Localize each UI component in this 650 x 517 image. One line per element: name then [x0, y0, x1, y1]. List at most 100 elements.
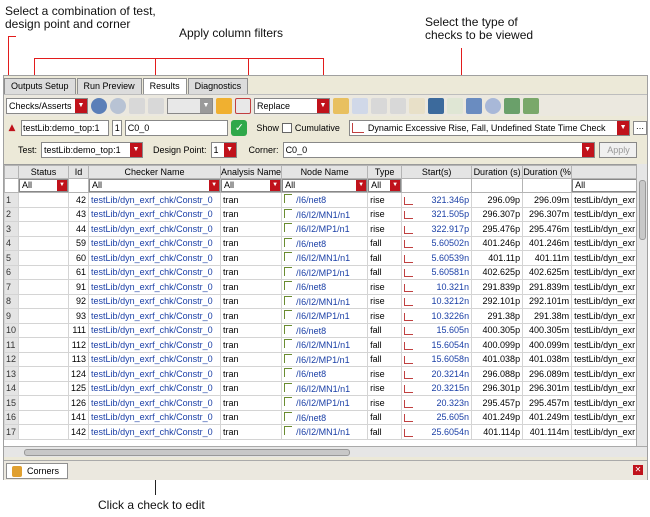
- filter-extra[interactable]: All: [572, 179, 637, 192]
- cell-checker-name[interactable]: testLib/dyn_exrf_chk/Constr_0: [88, 424, 222, 440]
- horizontal-scrollbar[interactable]: [4, 446, 647, 457]
- network-icon[interactable]: [504, 97, 520, 114]
- chart-icon[interactable]: [404, 240, 414, 249]
- cell-checker-name[interactable]: testLib/dyn_exrf_chk/Constr_0: [88, 221, 222, 237]
- vertical-scrollbar[interactable]: [636, 164, 647, 446]
- filter-node-name[interactable]: All ▼: [282, 179, 367, 192]
- table-row[interactable]: 9 93 testLib/dyn_exrf_chk/Constr_0 tran/I6/…: [4, 308, 639, 324]
- check-icon[interactable]: ✓: [231, 120, 248, 136]
- highlight-icon[interactable]: [216, 97, 232, 114]
- chart-icon[interactable]: [404, 327, 414, 336]
- page-icon[interactable]: [447, 97, 463, 114]
- test-select[interactable]: testLib:demo_top:1 ▼: [41, 142, 144, 158]
- forward-icon[interactable]: [110, 97, 126, 114]
- view-select[interactable]: Checks/Asserts ▼: [6, 97, 88, 114]
- delete-icon[interactable]: [371, 97, 387, 114]
- cumulative-checkbox[interactable]: [281, 123, 292, 133]
- more-button[interactable]: …: [633, 121, 648, 135]
- filter-analysis-name[interactable]: All ▼: [221, 179, 281, 192]
- chart-icon[interactable]: [404, 356, 414, 365]
- design-point-field[interactable]: 1: [111, 120, 122, 136]
- tab-diagnostics[interactable]: Diagnostics: [187, 78, 249, 94]
- column-header-type[interactable]: Type: [367, 165, 403, 179]
- check-type-select[interactable]: Dynamic Excessive Rise, Fall, Undefined …: [348, 120, 631, 136]
- settings-icon[interactable]: [485, 97, 501, 114]
- back-icon[interactable]: [91, 97, 107, 114]
- table-row[interactable]: 14 125 testLib/dyn_exrf_chk/Constr_0 tran/I…: [4, 380, 639, 396]
- table-row[interactable]: 2 43 testLib/dyn_exrf_chk/Constr_0 tran/I6/…: [4, 206, 639, 222]
- chart-icon[interactable]: [404, 341, 414, 350]
- column-header-extra[interactable]: [571, 165, 639, 179]
- table-row[interactable]: 5 60 testLib/dyn_exrf_chk/Constr_0 tran/I6/…: [4, 250, 639, 266]
- mode-select[interactable]: Replace ▼: [254, 97, 330, 114]
- filter-checker-name[interactable]: All ▼: [89, 179, 220, 192]
- table-row[interactable]: 12 113 testLib/dyn_exrf_chk/Constr_0 tran/I…: [4, 351, 639, 367]
- cell-checker-name[interactable]: testLib/dyn_exrf_chk/Constr_0: [88, 192, 222, 208]
- tab-results[interactable]: Results: [142, 78, 187, 94]
- chart-icon[interactable]: [404, 312, 414, 321]
- design-point-select[interactable]: 1 ▼: [210, 142, 237, 158]
- chart-icon[interactable]: [404, 225, 414, 234]
- document-icon[interactable]: [409, 97, 425, 114]
- table-row[interactable]: 13 124 testLib/dyn_exrf_chk/Constr_0 tran/I…: [4, 366, 639, 382]
- table-row[interactable]: 15 126 testLib/dyn_exrf_chk/Constr_0 tran/I…: [4, 395, 639, 411]
- table-row[interactable]: 6 61 testLib/dyn_exrf_chk/Constr_0 tran/I6/…: [4, 264, 639, 280]
- vertical-scroll-thumb[interactable]: [639, 180, 646, 240]
- column-header-duration-pct[interactable]: Duration (%: [522, 165, 573, 179]
- cell-checker-name[interactable]: testLib/dyn_exrf_chk/Constr_0: [88, 351, 222, 367]
- disabled-select[interactable]: ▼: [167, 97, 213, 114]
- cell-checker-name[interactable]: testLib/dyn_exrf_chk/Constr_0: [88, 409, 222, 425]
- chart-icon[interactable]: [404, 428, 414, 437]
- cell-checker-name[interactable]: testLib/dyn_exrf_chk/Constr_0: [88, 250, 222, 266]
- cell-checker-name[interactable]: testLib/dyn_exrf_chk/Constr_0: [88, 366, 222, 382]
- table-row[interactable]: 10 111 testLib/dyn_exrf_chk/Constr_0 tran/I…: [4, 322, 639, 338]
- chart-icon[interactable]: [404, 399, 414, 408]
- column-header-id[interactable]: Id: [68, 165, 90, 179]
- chart-icon[interactable]: [404, 254, 414, 263]
- cell-checker-name[interactable]: testLib/dyn_exrf_chk/Constr_0: [88, 322, 222, 338]
- cell-checker-name[interactable]: testLib/dyn_exrf_chk/Constr_0: [88, 337, 222, 353]
- cell-checker-name[interactable]: testLib/dyn_exrf_chk/Constr_0: [88, 235, 222, 251]
- filter-status[interactable]: All ▼: [19, 179, 68, 192]
- tab-outputs-setup[interactable]: Outputs Setup: [4, 78, 76, 94]
- table-row[interactable]: 17 142 testLib/dyn_exrf_chk/Constr_0 tran/I…: [4, 424, 639, 440]
- table-row[interactable]: 8 92 testLib/dyn_exrf_chk/Constr_0 tran/I6/…: [4, 293, 639, 309]
- horizontal-scroll-thumb[interactable]: [24, 449, 350, 456]
- annotate-icon[interactable]: [352, 97, 368, 114]
- filter-type[interactable]: All ▼: [368, 179, 401, 192]
- column-header-start[interactable]: Start(s): [401, 165, 473, 179]
- tab-run-preview[interactable]: Run Preview: [76, 78, 142, 94]
- table-row[interactable]: 3 44 testLib/dyn_exrf_chk/Constr_0 tran/I6/…: [4, 221, 639, 237]
- chart-icon[interactable]: [404, 385, 414, 394]
- chart-icon[interactable]: [404, 414, 414, 423]
- apply-button[interactable]: Apply: [598, 142, 637, 158]
- copy-icon[interactable]: [390, 97, 406, 114]
- list-icon[interactable]: [466, 97, 482, 114]
- edit-icon[interactable]: [333, 97, 349, 114]
- cell-checker-name[interactable]: testLib/dyn_exrf_chk/Constr_0: [88, 264, 222, 280]
- table-row[interactable]: 1 42 testLib/dyn_exrf_chk/Constr_0 tran/I6/…: [4, 192, 639, 208]
- column-header-status[interactable]: Status: [18, 165, 70, 179]
- corners-tab[interactable]: Corners: [6, 463, 69, 479]
- column-header-node-name[interactable]: Node Name: [281, 165, 369, 179]
- table-row[interactable]: 11 112 testLib/dyn_exrf_chk/Constr_0 tran/I…: [4, 337, 639, 353]
- terminal-icon[interactable]: [428, 97, 444, 114]
- cell-checker-name[interactable]: testLib/dyn_exrf_chk/Constr_0: [88, 293, 222, 309]
- plot-icon[interactable]: [235, 97, 251, 114]
- export-icon[interactable]: [523, 97, 539, 114]
- zoom-icon[interactable]: [129, 97, 145, 114]
- chart-icon[interactable]: [404, 211, 414, 220]
- corner-select[interactable]: C0_0 ▼: [282, 142, 595, 158]
- layout-icon[interactable]: [148, 97, 164, 114]
- chart-icon[interactable]: [404, 298, 414, 307]
- triangle-up-icon[interactable]: ▲: [6, 120, 18, 136]
- table-row[interactable]: 16 141 testLib/dyn_exrf_chk/Constr_0 tran/I…: [4, 409, 639, 425]
- cell-checker-name[interactable]: testLib/dyn_exrf_chk/Constr_0: [88, 380, 222, 396]
- cell-checker-name[interactable]: testLib/dyn_exrf_chk/Constr_0: [88, 279, 222, 295]
- close-icon[interactable]: ✕: [633, 465, 643, 475]
- cell-checker-name[interactable]: testLib/dyn_exrf_chk/Constr_0: [88, 206, 222, 222]
- column-header-checker-name[interactable]: Checker Name: [88, 165, 222, 179]
- chart-icon[interactable]: [404, 196, 414, 205]
- corner-field[interactable]: C0_0: [124, 120, 229, 136]
- cell-checker-name[interactable]: testLib/dyn_exrf_chk/Constr_0: [88, 308, 222, 324]
